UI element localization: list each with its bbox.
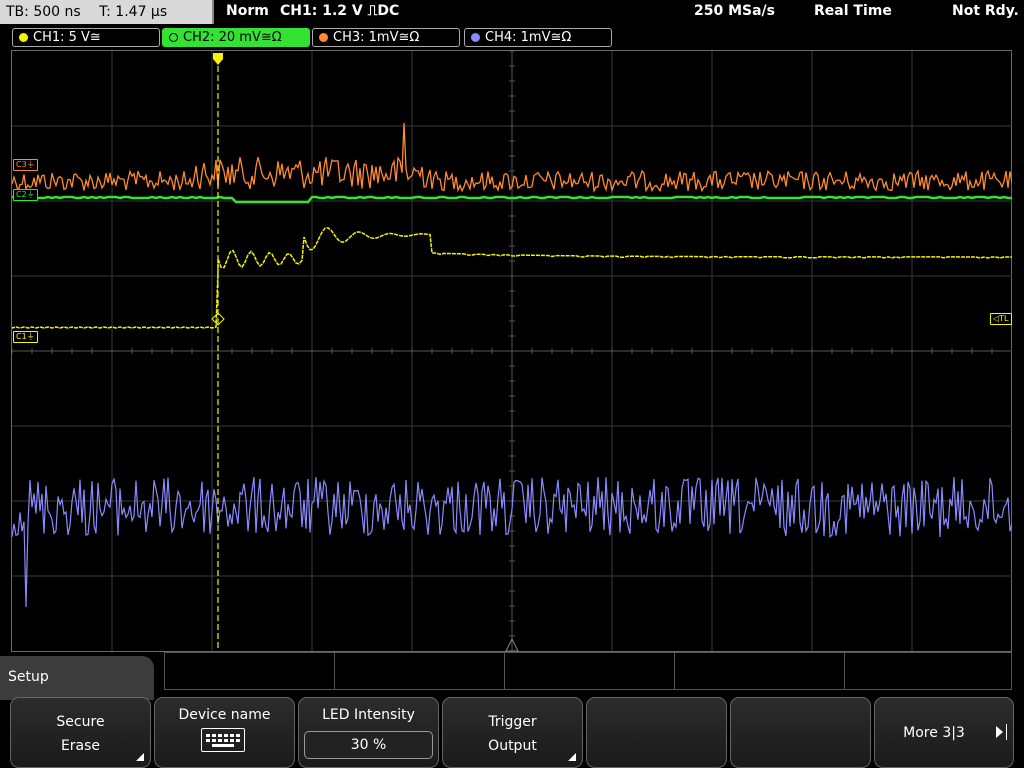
- softkey-title: Device name: [178, 707, 271, 723]
- next-page-arrow-icon: [996, 726, 1003, 738]
- ruler-cell: [844, 652, 1012, 690]
- softkey-label-line1: Trigger: [488, 714, 537, 730]
- trigger-level-label: TL: [999, 314, 1009, 323]
- empty-softkey-6[interactable]: [730, 697, 871, 768]
- next-page-bar-icon: [1006, 724, 1007, 740]
- ch3-ground-marker[interactable]: C3⏚: [13, 159, 38, 171]
- softkey-title: LED Intensity: [322, 707, 415, 723]
- channel-3-button[interactable]: CH3: 1mV≅Ω: [312, 28, 460, 47]
- trigger-output-softkey[interactable]: Trigger Output: [442, 697, 583, 768]
- ruler-cell: [674, 652, 845, 690]
- channel-1-label: CH1: 5 V≅: [33, 30, 101, 45]
- trigger-level-marker[interactable]: ◁TL: [990, 313, 1012, 325]
- led-intensity-softkey[interactable]: LED Intensity 30 %: [298, 697, 439, 768]
- submenu-corner-icon: [568, 753, 576, 761]
- trigger-position-icon: [213, 53, 223, 65]
- softkey-label-line1: Secure: [56, 714, 105, 730]
- softkey-label: More 3|3: [903, 725, 965, 741]
- ruler-cell: [504, 652, 675, 690]
- channel-4-label: CH4: 1mV≅Ω: [485, 30, 572, 45]
- softkey-label-line2: Erase: [60, 738, 101, 754]
- acquisition-mode[interactable]: Norm: [226, 3, 269, 19]
- channel-4-dot-icon: [471, 33, 480, 42]
- channel-4-button[interactable]: CH4: 1mV≅Ω: [464, 28, 612, 47]
- ch1-marker-label: C1: [16, 332, 27, 341]
- timebase-readout: TB: 500 ns: [6, 4, 81, 20]
- trigger-state: Not Rdy.: [952, 3, 1019, 19]
- horizontal-ruler: [164, 652, 1012, 692]
- sample-rate: 250 MSa/s: [694, 3, 776, 19]
- ruler-cell: [164, 652, 335, 690]
- channel-2-button[interactable]: CH2: 20 mV≅Ω: [162, 28, 310, 47]
- menu-title-tab: Setup: [0, 656, 154, 700]
- channel-3-dot-icon: [319, 33, 328, 42]
- secure-erase-softkey[interactable]: Secure Erase: [10, 697, 151, 768]
- waveform-display[interactable]: C3⏚ C2⏚ C1⏚ ◁TL: [11, 50, 1012, 652]
- ch3-marker-label: C3: [16, 160, 27, 169]
- softkey-label-line2: Output: [488, 738, 537, 754]
- trigger-info[interactable]: CH1: 1.2 V ⎍DC: [280, 3, 399, 19]
- run-mode: Real Time: [814, 3, 892, 19]
- ch2-marker-label: C2: [16, 190, 27, 199]
- trigger-time-readout: T: 1.47 µs: [99, 4, 168, 20]
- channel-1-dot-icon: [19, 33, 28, 42]
- graticule: [12, 51, 1012, 651]
- led-intensity-value[interactable]: 30 %: [304, 731, 433, 759]
- ch2-ground-marker[interactable]: C2⏚: [13, 189, 38, 201]
- channel-1-button[interactable]: CH1: 5 V≅: [12, 28, 160, 47]
- channel-3-label: CH3: 1mV≅Ω: [333, 30, 420, 45]
- empty-softkey-5[interactable]: [586, 697, 727, 768]
- waveform-canvas: [12, 51, 1012, 651]
- channel-2-label: CH2: 20 mV≅Ω: [183, 30, 282, 45]
- ch1-ground-marker[interactable]: C1⏚: [13, 331, 38, 343]
- submenu-corner-icon: [136, 753, 144, 761]
- timebase-box[interactable]: TB: 500 ns T: 1.47 µs: [0, 0, 214, 24]
- channel-2-dot-icon: [169, 33, 178, 42]
- keyboard-icon: [201, 728, 245, 752]
- status-bar: TB: 500 ns T: 1.47 µs Norm CH1: 1.2 V ⎍D…: [0, 0, 1024, 26]
- more-softkey[interactable]: More 3|3: [874, 697, 1014, 768]
- device-name-softkey[interactable]: Device name: [154, 697, 295, 768]
- ruler-cell: [334, 652, 505, 690]
- menu-title: Setup: [8, 669, 49, 685]
